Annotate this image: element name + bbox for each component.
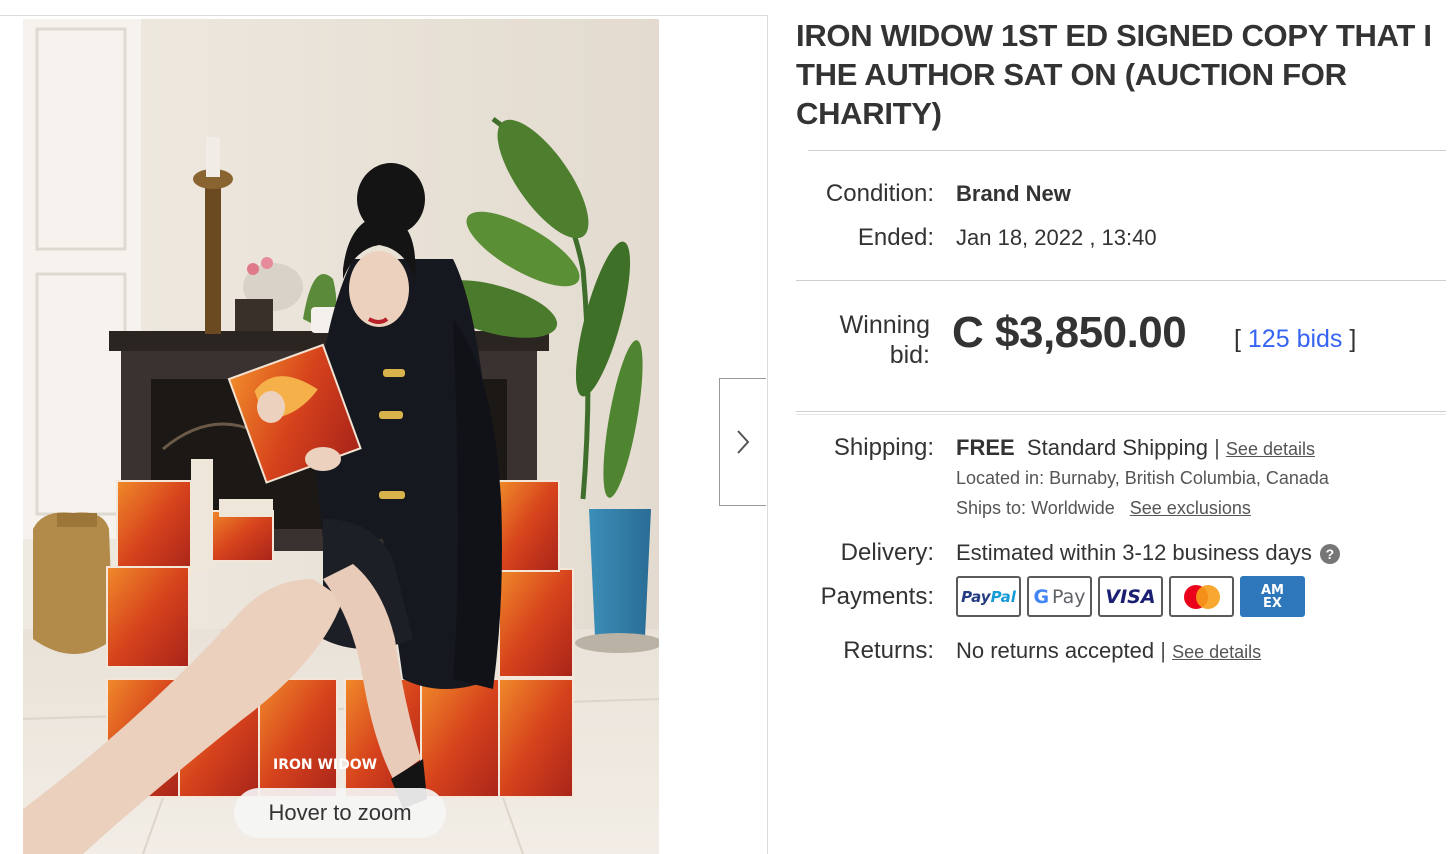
- payments-label: Payments:: [820, 583, 934, 610]
- bid-count: [ 125 bids ]: [1234, 325, 1356, 354]
- separator: |: [1214, 435, 1220, 460]
- mastercard-icon: [1169, 576, 1234, 617]
- shipping-label: Shipping:: [833, 434, 934, 461]
- hover-to-zoom-hint: Hover to zoom: [234, 788, 446, 838]
- condition-label: Condition:: [825, 180, 934, 207]
- visa-icon: VISA: [1098, 576, 1163, 617]
- delivery-estimate: Estimated within 3-12 business days: [956, 540, 1312, 565]
- condition-value: Brand New: [956, 181, 1071, 207]
- returns-see-details-link[interactable]: See details: [1172, 642, 1261, 662]
- returns-value: No returns accepted | See details: [956, 638, 1261, 664]
- ended-value: Jan 18, 2022 , 13:40: [956, 225, 1157, 250]
- see-exclusions-link[interactable]: See exclusions: [1130, 498, 1251, 518]
- ended-label: Ended:: [857, 224, 934, 251]
- product-photo[interactable]: IRON WIDOW: [23, 19, 659, 854]
- next-image-button[interactable]: [719, 378, 766, 506]
- delivery-label: Delivery:: [840, 539, 934, 566]
- paypal-text-a: Pay: [961, 587, 991, 606]
- winning-bid-price: C $3,850.00: [952, 308, 1187, 357]
- google-pay-icon: G Pay: [1027, 576, 1092, 617]
- amex-icon: AM EX: [1240, 576, 1305, 617]
- gallery-top-rule: [0, 15, 768, 16]
- product-photo-illustration: IRON WIDOW: [23, 19, 659, 854]
- bids-open-bracket: [: [1234, 325, 1241, 353]
- divider: [796, 280, 1446, 281]
- shipping-free: FREE: [956, 435, 1015, 460]
- gpay-g: G: [1033, 585, 1050, 608]
- shipping-see-details-link[interactable]: See details: [1226, 439, 1315, 459]
- located-value: Burnaby, British Columbia, Canada: [1049, 468, 1329, 488]
- shipping-value: FREE Standard Shipping | See details: [956, 435, 1315, 461]
- bid-history-link[interactable]: 125 bids: [1248, 325, 1343, 353]
- shipping-method: Standard Shipping: [1026, 435, 1208, 460]
- ships-to: Ships to: Worldwide See exclusions: [956, 498, 1251, 519]
- book-spine-text: IRON WIDOW: [273, 757, 377, 773]
- ships-to-label: Ships to:: [956, 498, 1027, 518]
- divider: [796, 411, 1446, 412]
- visa-text: VISA: [1105, 585, 1156, 608]
- paypal-text-b: Pal: [990, 587, 1016, 606]
- question-circle-icon[interactable]: ?: [1319, 544, 1340, 565]
- separator: |: [1160, 638, 1166, 663]
- ships-to-value: Worldwide: [1031, 498, 1115, 518]
- gpay-pay: Pay: [1052, 585, 1086, 608]
- item-title: IRON WIDOW 1ST ED SIGNED COPY THAT I THE…: [796, 18, 1432, 131]
- located-in: Located in: Burnaby, British Columbia, C…: [956, 468, 1329, 489]
- winning-bid-label: Winning bid:: [839, 311, 930, 369]
- returns-label: Returns:: [843, 637, 934, 664]
- mastercard-circles: [1183, 584, 1220, 609]
- divider: [796, 414, 1446, 415]
- located-label: Located in:: [956, 468, 1045, 488]
- chevron-right-icon: [737, 430, 750, 454]
- bids-close-bracket: ]: [1349, 325, 1357, 353]
- paypal-icon: Pay Pal: [956, 576, 1021, 617]
- amex-text: AM EX: [1261, 582, 1284, 611]
- gallery-divider: [767, 15, 768, 854]
- payment-methods: Pay Pal G Pay VISA AM EX: [956, 576, 1305, 617]
- returns-policy: No returns accepted: [956, 638, 1155, 663]
- condition-text: Brand New: [956, 181, 1071, 206]
- delivery-value: Estimated within 3-12 business days?: [956, 540, 1340, 566]
- divider: [808, 150, 1446, 151]
